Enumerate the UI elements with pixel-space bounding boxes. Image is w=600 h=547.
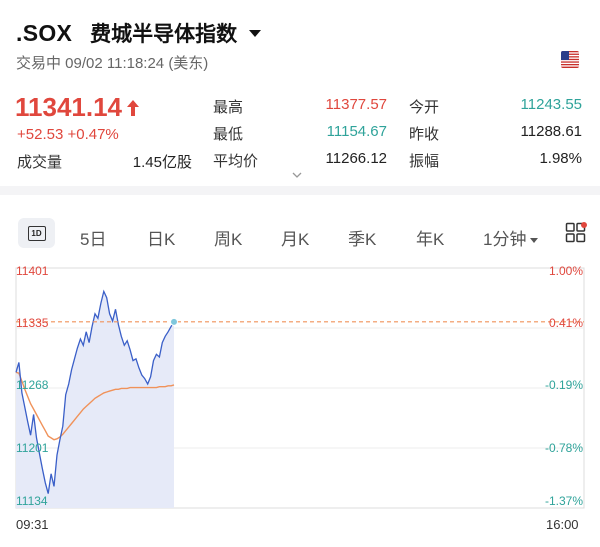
amplitude-label: 振幅 (409, 153, 440, 170)
tab-minute[interactable]: 1分钟 (483, 225, 539, 250)
expand-chevron-icon[interactable] (292, 170, 302, 180)
last-price: 11341.14 (15, 92, 140, 123)
x-tick-start: 09:31 (16, 517, 49, 532)
symbol: .SOX (16, 19, 73, 46)
tab-year-k[interactable]: 年K (416, 225, 444, 250)
chevron-down-icon (530, 238, 539, 244)
x-tick-end: 16:00 (546, 517, 579, 532)
price-change: +52.53 +0.47% (17, 126, 119, 143)
prev-close-value: 11288.61 (520, 123, 582, 140)
low-value: 11154.67 (326, 123, 387, 140)
chevron-down-icon[interactable] (249, 29, 262, 37)
trading-status: 交易中 09/02 11:18:24 (美东) (16, 55, 209, 72)
volume-value: 1.45亿股 (132, 154, 192, 171)
y-right-tick-4: -0.78% (544, 441, 583, 455)
last-price-value: 11341.14 (15, 92, 123, 122)
y-right-tick-2: 0.41% (548, 316, 583, 330)
amplitude-value: 1.98% (539, 150, 582, 167)
tab-minute-label: 1分钟 (483, 230, 527, 249)
chart-canvas[interactable] (0, 258, 600, 547)
tab-1d[interactable]: 1D (18, 218, 55, 248)
high-value: 11377.57 (325, 96, 387, 113)
quote-header: .SOX 费城半导体指数 交易中 09/02 11:18:24 (美东) 113… (0, 0, 600, 185)
y-left-tick-4: 11201 (16, 441, 49, 455)
title-row[interactable]: .SOX 费城半导体指数 (16, 18, 262, 48)
y-right-tick-1: 1.00% (548, 264, 583, 278)
open-label: 今开 (409, 99, 440, 116)
prev-close-label: 昨收 (409, 126, 440, 143)
arrow-up-icon (127, 99, 140, 116)
tab-1d-label: 1D (27, 225, 46, 241)
last-point-marker (170, 317, 178, 326)
grid-icon[interactable] (565, 222, 587, 244)
avg-value: 11266.12 (325, 150, 387, 167)
y-left-tick-5: 11134 (16, 494, 48, 508)
y-left-tick-1: 11401 (16, 264, 49, 278)
y-right-tick-3: -0.19% (544, 378, 583, 392)
y-left-tick-2: 11335 (16, 316, 49, 330)
intraday-chart[interactable]: 11401 11335 11268 11201 11134 1.00% 0.41… (0, 258, 600, 547)
y-right-tick-5: -1.37% (544, 494, 583, 508)
section-divider (0, 186, 600, 195)
avg-label: 平均价 (213, 153, 259, 170)
us-flag-icon (561, 51, 579, 68)
tab-quarter-k[interactable]: 季K (348, 225, 376, 250)
volume-label: 成交量 (17, 154, 63, 171)
tab-month-k[interactable]: 月K (281, 225, 309, 250)
open-value: 11243.55 (520, 96, 582, 113)
y-left-tick-3: 11268 (16, 378, 49, 392)
low-label: 最低 (213, 126, 244, 143)
tab-day-k[interactable]: 日K (147, 225, 175, 250)
index-name: 费城半导体指数 (90, 23, 238, 46)
tab-week-k[interactable]: 周K (214, 225, 242, 250)
high-label: 最高 (213, 99, 244, 116)
tab-5d[interactable]: 5日 (80, 225, 106, 250)
period-tabs: 1D 5日 日K 周K 月K 季K 年K 1分钟 (0, 218, 600, 252)
